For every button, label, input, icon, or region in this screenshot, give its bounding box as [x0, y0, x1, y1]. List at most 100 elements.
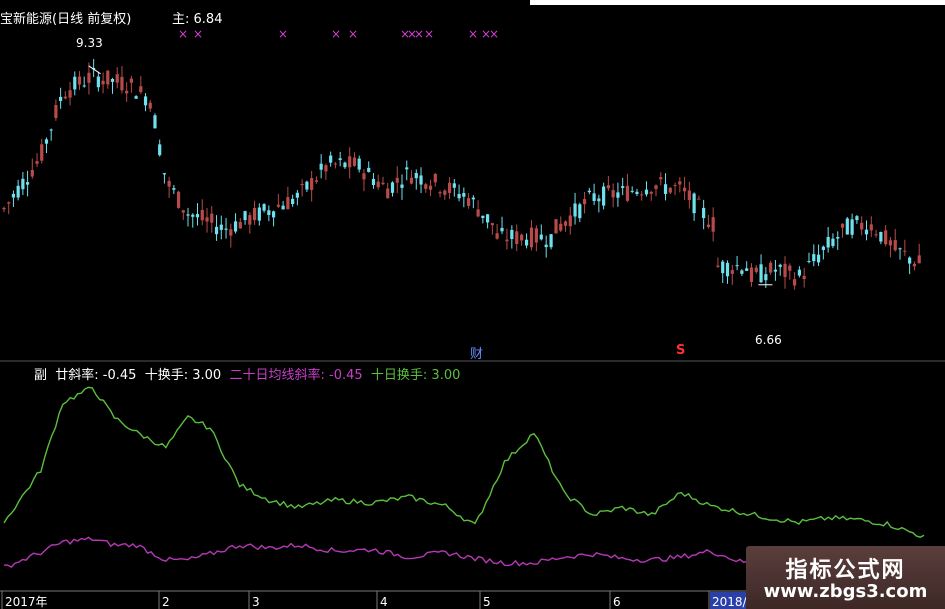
candle-body [826, 236, 830, 248]
candle [238, 218, 242, 229]
candle-body [229, 229, 233, 236]
candle-body [471, 197, 475, 200]
candle [252, 200, 257, 225]
candle [730, 264, 734, 285]
candle [300, 179, 304, 197]
candle [616, 182, 620, 207]
candle [663, 173, 668, 201]
candle-body [343, 162, 347, 168]
candle-body [816, 254, 821, 263]
candle-body [682, 187, 687, 192]
candle-body [120, 76, 124, 91]
candle [191, 213, 195, 228]
candle-body [172, 188, 176, 190]
candle [716, 257, 720, 269]
candle-body [214, 226, 219, 235]
candle [912, 261, 917, 271]
candle-body [162, 173, 167, 175]
candle-body [515, 231, 519, 244]
candle [59, 87, 63, 109]
candle-body [884, 230, 888, 245]
candle [386, 182, 390, 199]
low-price-label: 6.66 [755, 333, 782, 347]
candle [702, 199, 706, 230]
candle [54, 99, 58, 121]
candle [568, 206, 572, 235]
candle-body [582, 199, 587, 205]
candle [840, 223, 845, 238]
x-marker: × [178, 27, 188, 41]
candle [845, 216, 849, 235]
candle-body [59, 96, 63, 101]
candle-body [44, 139, 49, 144]
x-marker: × [489, 27, 499, 41]
candle [630, 186, 634, 194]
candle [759, 254, 763, 284]
sell-signal-marker: S [676, 343, 686, 358]
candle-body [186, 214, 190, 216]
candle-body [893, 240, 897, 251]
indicator2-value: : 3.00 [183, 368, 222, 383]
candle [559, 216, 563, 233]
candle [505, 228, 509, 250]
candle-body [611, 190, 615, 198]
candle-body [438, 192, 442, 194]
candle [125, 82, 129, 102]
candle [831, 233, 835, 249]
candle-body [749, 267, 754, 282]
candle [400, 174, 404, 200]
candle [219, 215, 223, 240]
candle-body [348, 156, 352, 168]
candle-body [836, 236, 840, 239]
candle [476, 200, 480, 218]
candle-body [644, 189, 649, 195]
candle-body [219, 224, 223, 230]
candle [797, 266, 801, 278]
chart-title: 宝新能源(日线 前复权) [0, 12, 132, 27]
candle-body [82, 85, 86, 87]
candle [908, 256, 912, 275]
x-tick-label: 6 [613, 595, 621, 609]
candle-body [40, 144, 44, 161]
candle-body [860, 222, 864, 230]
candle-body [821, 246, 825, 251]
candle-body [443, 190, 447, 195]
candle-body [812, 254, 816, 262]
candle-body [63, 96, 67, 99]
candle-body [912, 263, 917, 267]
candle-body [433, 173, 437, 183]
candle-body [243, 211, 247, 221]
candle-body [635, 191, 639, 195]
candle [7, 201, 11, 215]
candle [740, 269, 744, 277]
candle [134, 95, 138, 100]
candle [40, 138, 44, 164]
candle-body [510, 229, 514, 240]
candle [153, 113, 157, 129]
candle [30, 158, 34, 179]
candle [644, 181, 649, 197]
candle-body [49, 129, 53, 131]
candle-body [96, 76, 100, 88]
candle [635, 188, 639, 197]
candle [520, 233, 524, 246]
top-edge-strip [530, 0, 945, 5]
candle-body [371, 178, 376, 186]
candle-body [409, 177, 414, 184]
candle-body [788, 265, 792, 271]
candle [362, 169, 366, 192]
high-pointer [88, 65, 101, 75]
candle-body [352, 157, 357, 166]
candle-body [554, 219, 558, 234]
candle-body [466, 198, 471, 206]
candle [793, 272, 797, 290]
candle-body [428, 185, 433, 190]
candle-body [898, 248, 902, 250]
candle [592, 183, 596, 206]
candle [534, 225, 538, 252]
candle [850, 213, 854, 239]
candle-body [678, 181, 682, 185]
main-price-panel: × × × × × ××× × × ×× [2, 27, 921, 290]
candle-body [205, 217, 209, 222]
candle [381, 176, 385, 186]
